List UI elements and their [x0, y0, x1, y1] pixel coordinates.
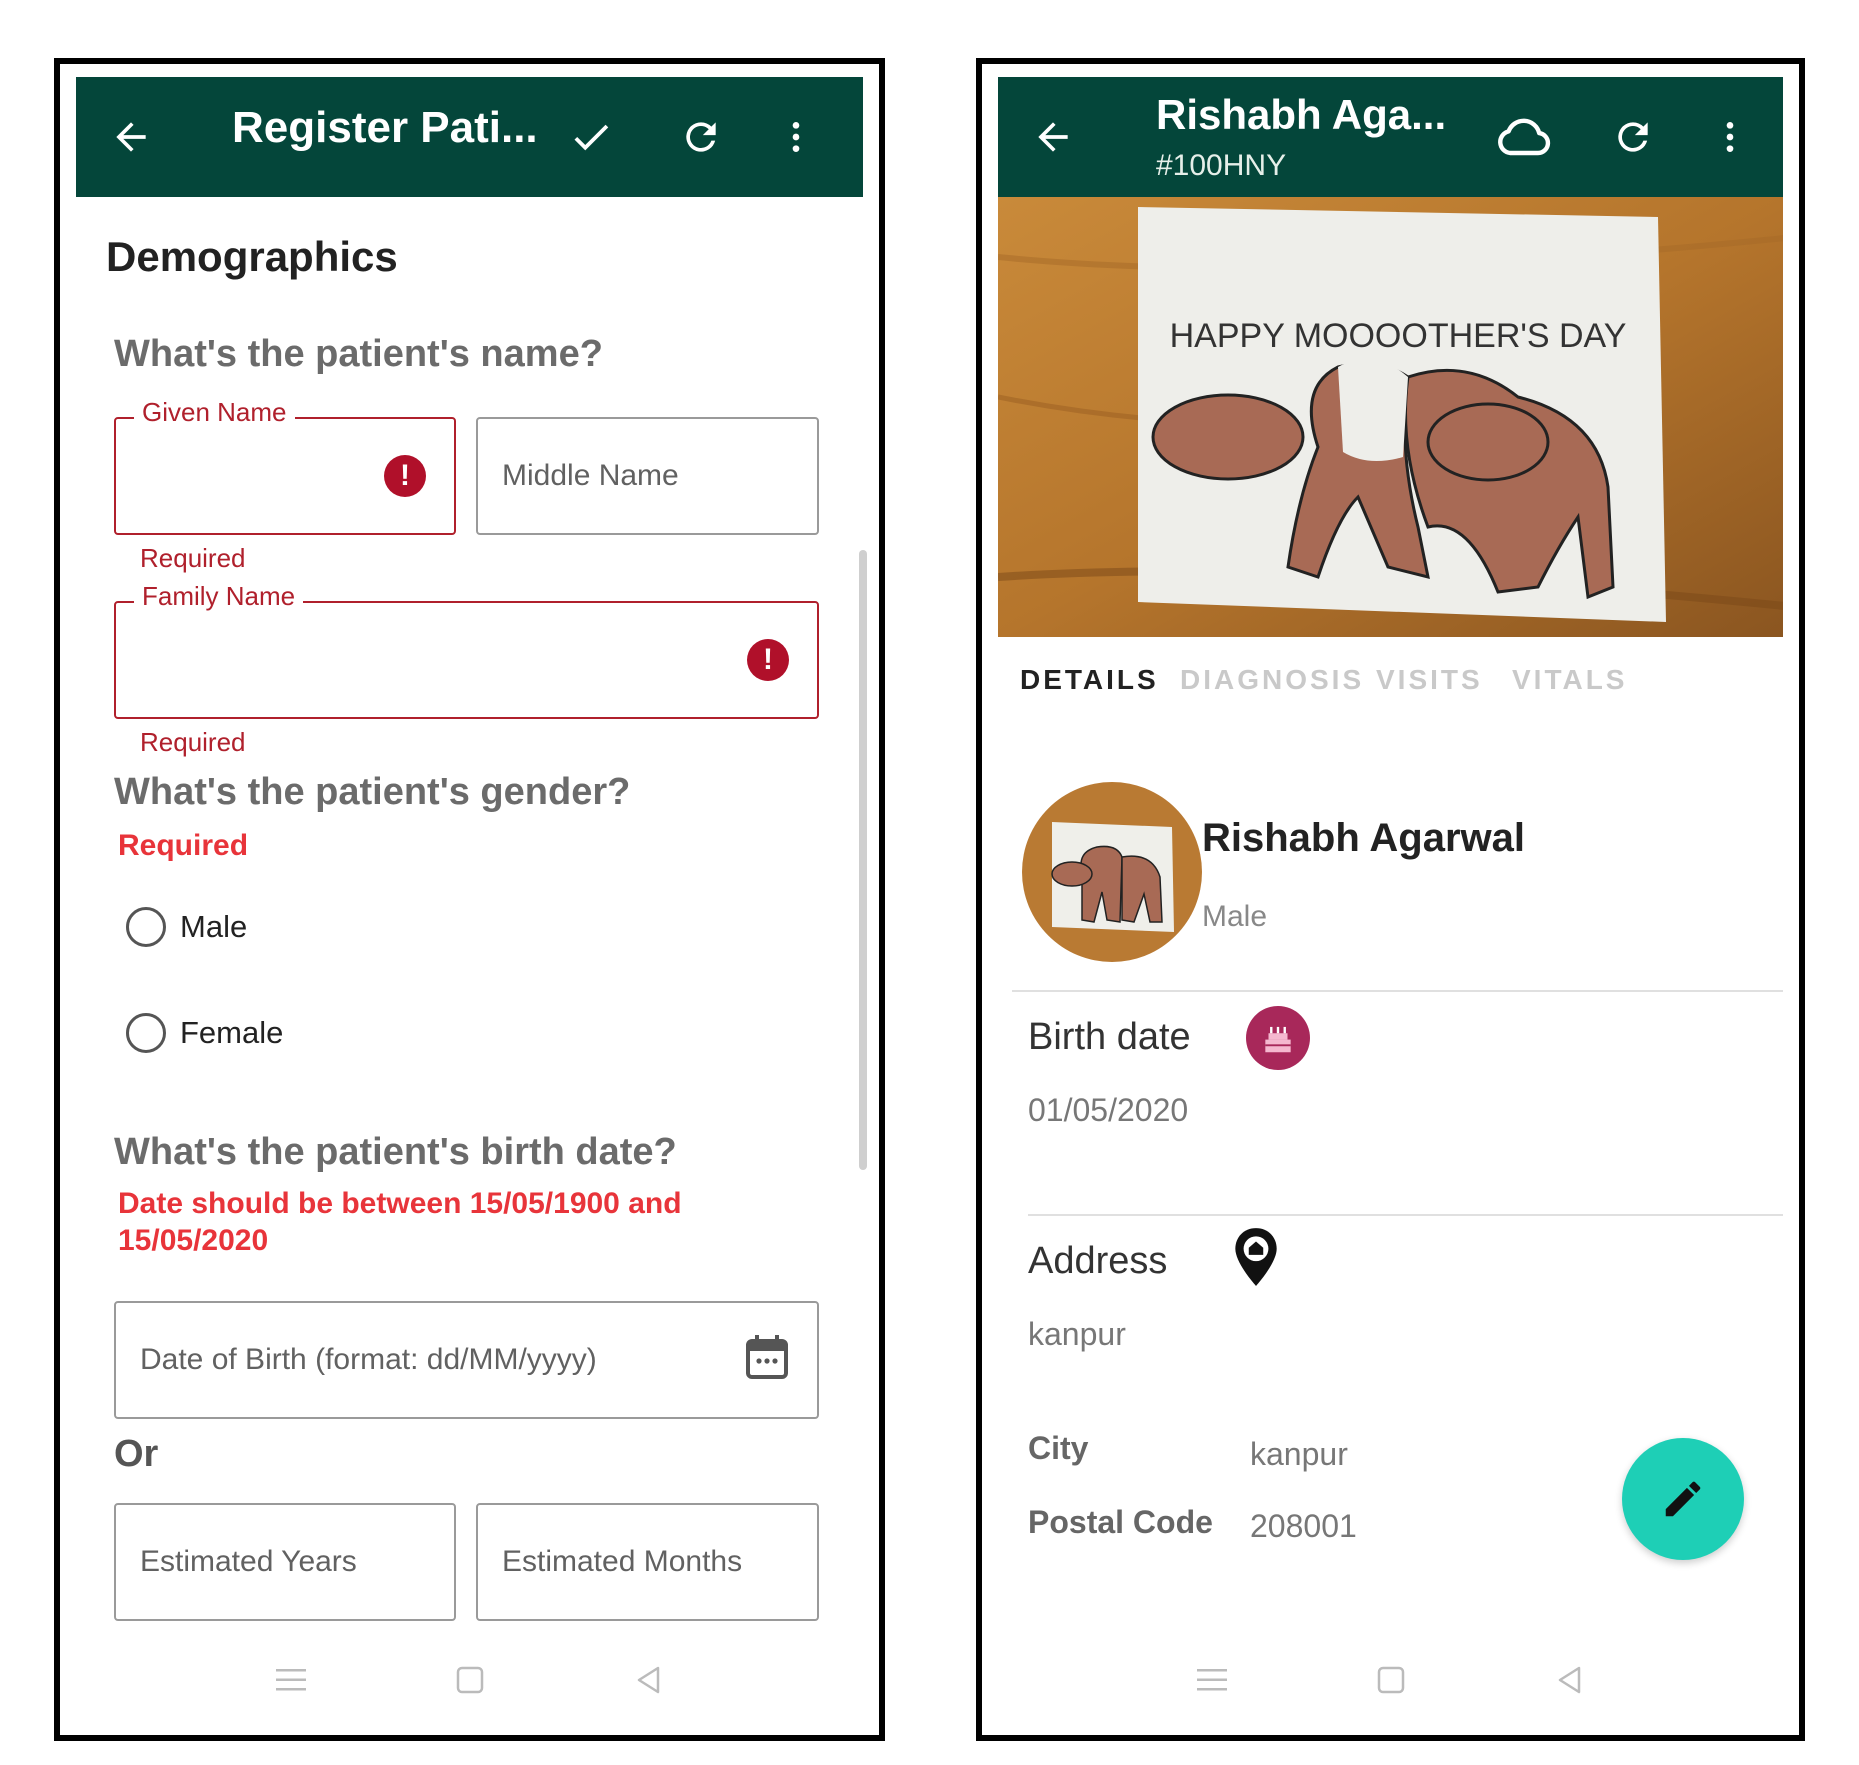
birth-date-question: What's the patient's birth date? [114, 1131, 677, 1173]
cloud-icon[interactable] [1494, 112, 1554, 162]
address-value: kanpur [1028, 1316, 1126, 1352]
back-triangle-icon[interactable] [634, 1665, 664, 1695]
birth-date-error: Date should be between 15/05/1900 and 15… [118, 1187, 682, 1257]
menu-icon[interactable] [1196, 1667, 1227, 1693]
gender-option-female[interactable]: Female [126, 1013, 283, 1053]
check-icon[interactable] [566, 112, 616, 162]
radio-label: Female [180, 1015, 284, 1050]
estimated-years-placeholder: Estimated Years [140, 1545, 357, 1578]
home-square-icon[interactable] [456, 1666, 484, 1694]
system-nav-bar [982, 1625, 1799, 1735]
patient-name: Rishabh Agarwal [1202, 816, 1526, 860]
date-of-birth-field[interactable]: Date of Birth (format: dd/MM/yyyy) [114, 1301, 819, 1419]
app-bar: Rishabh Aga... #100HNY [998, 77, 1783, 197]
system-nav-bar [60, 1625, 879, 1735]
middle-name-placeholder: Middle Name [502, 459, 679, 492]
radio-button[interactable] [126, 907, 166, 947]
birth-date-label: Birth date [1028, 1016, 1191, 1058]
address-label: Address [1028, 1240, 1168, 1282]
section-heading: Demographics [106, 233, 398, 280]
family-name-helper: Required [140, 727, 246, 757]
middle-name-field[interactable]: Middle Name [476, 417, 819, 535]
more-vert-icon[interactable] [776, 112, 816, 162]
calendar-icon[interactable] [745, 1333, 789, 1386]
radio-label: Male [180, 909, 248, 944]
gender-question: What's the patient's gender? [114, 771, 631, 813]
more-vert-icon[interactable] [1710, 112, 1750, 162]
register-patient-screen: Register Pati... Demographics What's the… [54, 58, 885, 1741]
postal-code-value: 208001 [1250, 1508, 1357, 1544]
refresh-icon[interactable] [676, 112, 726, 162]
estimated-months-field[interactable]: Estimated Months [476, 1503, 819, 1621]
form-content: Demographics What's the patient's name? … [76, 197, 863, 1735]
card-text: HAPPY MOOOOTHER'S DAY [1170, 317, 1627, 355]
patient-details-screen: Rishabh Aga... #100HNY HAPPY MOOOOTHER'S… [976, 58, 1805, 1741]
tab-details[interactable]: DETAILS [1020, 664, 1159, 696]
tab-visits[interactable]: VISITS [1376, 664, 1483, 696]
family-name-field[interactable]: Family Name ! [114, 581, 819, 719]
given-name-label: Given Name [134, 397, 295, 428]
home-location-icon [1228, 1224, 1284, 1290]
error-icon: ! [384, 455, 426, 497]
family-name-label: Family Name [134, 581, 304, 612]
gender-option-male[interactable]: Male [126, 907, 247, 947]
home-square-icon[interactable] [1377, 1666, 1405, 1694]
patient-gender: Male [1202, 900, 1268, 933]
or-divider-text: Or [114, 1433, 159, 1475]
estimated-months-placeholder: Estimated Months [502, 1545, 743, 1578]
gender-error: Required [118, 829, 249, 862]
menu-icon[interactable] [275, 1667, 306, 1693]
refresh-icon[interactable] [1608, 112, 1658, 162]
city-label: City [1028, 1430, 1089, 1466]
divider [1028, 1214, 1783, 1216]
birth-date-value: 01/05/2020 [1028, 1092, 1189, 1128]
scrollbar[interactable] [859, 550, 867, 1170]
edit-fab-button[interactable] [1622, 1438, 1744, 1560]
tab-diagnosis[interactable]: DIAGNOSIS [1180, 664, 1364, 696]
city-value: kanpur [1250, 1436, 1348, 1472]
back-triangle-icon[interactable] [1555, 1665, 1585, 1695]
back-arrow-icon[interactable] [1028, 112, 1078, 162]
radio-button[interactable] [126, 1013, 166, 1053]
divider [1012, 990, 1783, 992]
pencil-icon [1665, 1481, 1701, 1517]
birthday-cake-icon [1246, 1006, 1310, 1070]
name-question: What's the patient's name? [114, 333, 603, 375]
given-name-helper: Required [140, 543, 246, 573]
estimated-years-field[interactable]: Estimated Years [114, 1503, 456, 1621]
patient-id: #100HNY [1156, 149, 1287, 182]
back-arrow-icon[interactable] [106, 112, 156, 162]
date-of-birth-placeholder: Date of Birth (format: dd/MM/yyyy) [140, 1343, 597, 1376]
app-bar: Register Pati... [76, 77, 863, 197]
postal-code-label: Postal Code [1028, 1504, 1213, 1540]
avatar [1022, 782, 1202, 962]
tab-vitals[interactable]: VITALS [1512, 664, 1627, 696]
given-name-field[interactable]: Given Name ! [114, 397, 456, 535]
patient-cover-image: HAPPY MOOOOTHER'S DAY [998, 197, 1783, 637]
patient-title: Rishabh Aga... [1156, 91, 1447, 138]
screen-title: Register Pati... [232, 103, 538, 152]
tab-bar: DETAILS DIAGNOSIS VISITS VITALS [998, 664, 1783, 724]
error-icon: ! [747, 639, 789, 681]
